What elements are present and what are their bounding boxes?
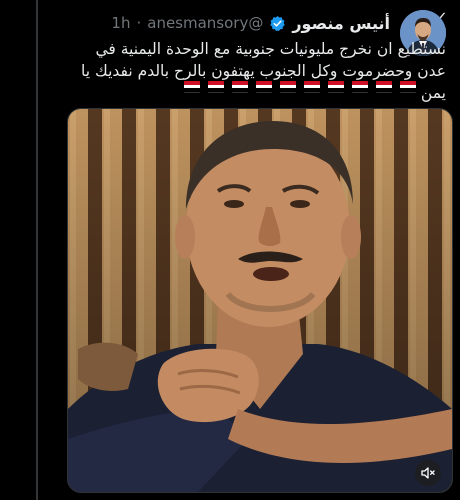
timestamp[interactable]: 1h [111,14,130,32]
yemen-flag-icon [280,81,296,93]
handle[interactable]: @anesmansory [147,14,263,32]
yemen-flag-icon [256,81,272,93]
yemen-flag-icon [376,81,392,93]
speaker-muted-icon [421,467,435,479]
yemen-flag-icon [184,81,200,93]
yemen-flag-icon [328,81,344,93]
verified-badge-icon [270,15,286,31]
video-media[interactable] [67,108,453,493]
yemen-flag-icon [208,81,224,93]
yemen-flag-icon [304,81,320,93]
thread-line [36,0,38,500]
mute-button[interactable] [415,460,441,486]
yemen-flag-icon [400,81,416,93]
display-name[interactable]: أنيس منصور [292,14,390,33]
yemen-flag-icon [352,81,368,93]
yemen-flag-icon [232,81,248,93]
separator-dot: · [136,14,142,32]
tweet-header: أنيس منصور @anesmansory · 1h [60,11,390,35]
flag-emoji-row [168,81,416,95]
tweet[interactable]: أنيس منصور @anesmansory · 1h نستطيع ان ن… [0,0,460,500]
